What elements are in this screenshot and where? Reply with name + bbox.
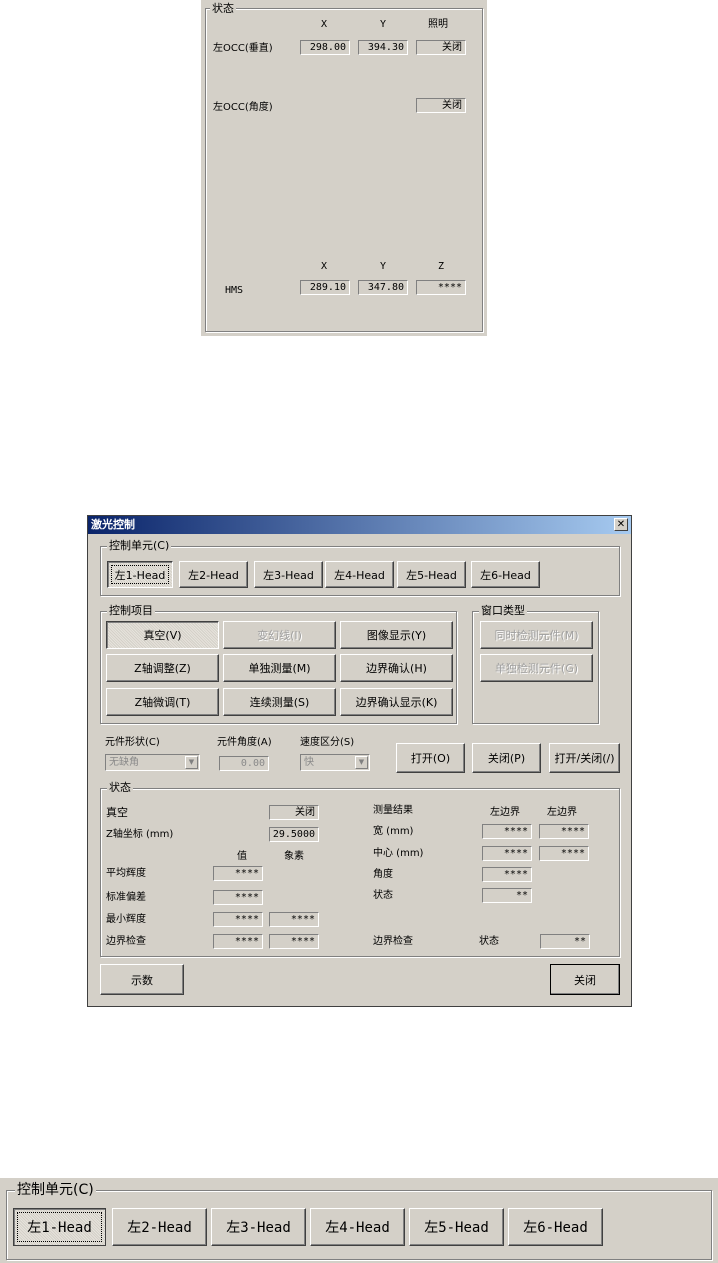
std-dev-label: 标准偏差 — [106, 892, 146, 903]
col-pixel-header: 象素 — [284, 851, 304, 862]
window-type-legend: 窗口类型 — [479, 604, 527, 618]
control-items-legend: 控制项目 — [107, 604, 155, 618]
shape-value: 无缺角 — [109, 757, 139, 768]
z-coord-label: Z轴坐标 (mm) — [106, 829, 174, 840]
zoom-head-3-button[interactable]: 左3-Head — [211, 1208, 306, 1246]
speed-value: 快 — [304, 757, 314, 768]
chevron-down-icon[interactable]: ▼ — [355, 756, 368, 769]
hms-z-header: Z — [438, 261, 445, 272]
zoom-head-5-button[interactable]: 左5-Head — [409, 1208, 504, 1246]
status-panel: 状态 X Y 照明 左OCC(垂直) 298.00 394.30 关闭 左OCC… — [201, 0, 487, 336]
z-axis-fine-button[interactable]: Z轴微调(T) — [106, 688, 219, 716]
dialog-status-group: 状态 — [100, 781, 620, 957]
hms-x: 289.10 — [300, 280, 350, 295]
control-unit-legend: 控制单元(C) — [107, 539, 172, 553]
status-legend: 状态 — [210, 2, 236, 16]
dialog-close-button[interactable]: 关闭 — [550, 964, 620, 995]
continuous-measure-button[interactable]: 连续测量(S) — [223, 688, 336, 716]
head-1-button[interactable]: 左1-Head — [107, 561, 173, 588]
col-x-header: X — [321, 19, 328, 30]
edge-state-value: ** — [540, 934, 590, 949]
col-light-header: 照明 — [428, 19, 448, 30]
col-y-header: Y — [380, 19, 387, 30]
edge-confirm-button[interactable]: 边界确认(H) — [340, 654, 453, 682]
min-brightness-pixel: **** — [269, 912, 319, 927]
width-value-2: **** — [539, 824, 589, 839]
dialog-title: 激光控制 — [91, 518, 135, 531]
zoom-head-4-button[interactable]: 左4-Head — [310, 1208, 405, 1246]
show-value-button[interactable]: 示数 — [100, 964, 184, 995]
single-measure-button[interactable]: 单独测量(M) — [223, 654, 336, 682]
chevron-down-icon[interactable]: ▼ — [185, 756, 198, 769]
zoom-head-1-button[interactable]: 左1-Head — [13, 1208, 106, 1246]
occ-vertical-y: 394.30 — [358, 40, 408, 55]
center-value-2: **** — [539, 846, 589, 861]
edge-check-label: 边界检查 — [106, 936, 146, 947]
width-value-1: **** — [482, 824, 532, 839]
result-label: 测量结果 — [373, 805, 413, 816]
col-value-header: 值 — [237, 851, 247, 862]
edge-confirm-display-button[interactable]: 边界确认显示(K) — [340, 688, 453, 716]
min-brightness-label: 最小辉度 — [106, 914, 146, 925]
zoomed-control-unit: 控制单元(C) 左1-Head 左2-Head 左3-Head 左4-Head … — [0, 1178, 718, 1263]
left-edge-header-1: 左边界 — [490, 807, 520, 818]
zoom-head-6-button[interactable]: 左6-Head — [508, 1208, 603, 1246]
close-icon[interactable]: ✕ — [614, 518, 628, 531]
angle-field[interactable]: 0.00 — [219, 756, 269, 771]
occ-angle-light: 关闭 — [416, 98, 466, 113]
head-5-button[interactable]: 左5-Head — [397, 561, 466, 588]
single-detect-button[interactable]: 单独检测元件(G) — [480, 654, 593, 682]
hms-label: HMS — [225, 285, 244, 296]
shape-select[interactable]: 无缺角 ▼ — [105, 754, 200, 771]
vacuum-button[interactable]: 真空(V) — [106, 621, 219, 649]
width-label: 宽 (mm) — [373, 826, 414, 837]
vacuum-label: 真空 — [106, 806, 128, 819]
shape-label: 元件形状(C) — [105, 737, 160, 748]
z-coord-value: 29.5000 — [269, 827, 319, 842]
hms-x-header: X — [321, 261, 328, 272]
toggle-button[interactable]: 打开/关闭(/) — [549, 743, 620, 773]
edge-check-value: **** — [213, 934, 263, 949]
open-button[interactable]: 打开(O) — [396, 743, 465, 773]
dialog-titlebar: 激光控制 ✕ — [88, 516, 631, 534]
occ-vertical-label: 左OCC(垂直) — [213, 43, 273, 54]
min-brightness-value: **** — [213, 912, 263, 927]
occ-vertical-x: 298.00 — [300, 40, 350, 55]
dialog-status-legend: 状态 — [107, 781, 133, 795]
state-label: 状态 — [373, 890, 393, 901]
angle-result-label: 角度 — [373, 869, 393, 880]
head-6-button[interactable]: 左6-Head — [471, 561, 540, 588]
speed-select[interactable]: 快 ▼ — [300, 754, 370, 771]
edge-check-result-label: 边界检查 — [373, 936, 413, 947]
image-display-button[interactable]: 图像显示(Y) — [340, 621, 453, 649]
hms-y: 347.80 — [358, 280, 408, 295]
center-label: 中心 (mm) — [373, 848, 424, 859]
avg-brightness-label: 平均辉度 — [106, 868, 146, 879]
speed-label: 速度区分(S) — [300, 737, 355, 748]
laser-control-dialog: 激光控制 ✕ 控制单元(C) 左1-Head 左2-Head 左3-Head 左… — [87, 515, 632, 1007]
edge-state-label: 状态 — [479, 936, 499, 947]
z-axis-adjust-button[interactable]: Z轴调整(Z) — [106, 654, 219, 682]
transform-line-button[interactable]: 变幻线(I) — [223, 621, 336, 649]
state-value: ** — [482, 888, 532, 903]
left-edge-header-2: 左边界 — [547, 807, 577, 818]
head-4-button[interactable]: 左4-Head — [325, 561, 394, 588]
close-laser-button[interactable]: 关闭(P) — [472, 743, 541, 773]
hms-z: **** — [416, 280, 466, 295]
zoom-head-2-button[interactable]: 左2-Head — [112, 1208, 207, 1246]
simultaneous-detect-button[interactable]: 同时检测元件(M) — [480, 621, 593, 649]
head-2-button[interactable]: 左2-Head — [179, 561, 248, 588]
occ-vertical-light: 关闭 — [416, 40, 466, 55]
center-value-1: **** — [482, 846, 532, 861]
occ-angle-label: 左OCC(角度) — [213, 102, 273, 113]
zoomed-control-unit-legend: 控制单元(C) — [15, 1181, 96, 1199]
hms-y-header: Y — [380, 261, 387, 272]
angle-result-value: **** — [482, 867, 532, 882]
head-3-button[interactable]: 左3-Head — [254, 561, 323, 588]
edge-check-pixel: **** — [269, 934, 319, 949]
vacuum-value: 关闭 — [269, 805, 319, 820]
std-dev-value: **** — [213, 890, 263, 905]
angle-label: 元件角度(A) — [217, 737, 272, 748]
avg-brightness-value: **** — [213, 866, 263, 881]
